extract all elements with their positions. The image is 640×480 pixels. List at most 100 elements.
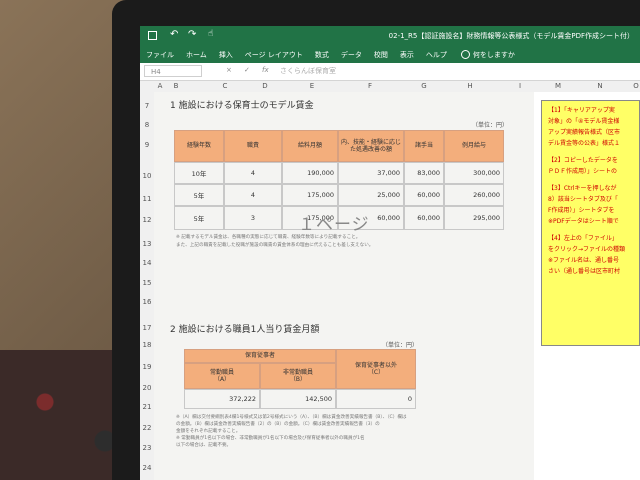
row-header[interactable]: 14 bbox=[140, 259, 154, 267]
instruction-line: をクリック→ファイルの種類 bbox=[548, 246, 626, 253]
column-header[interactable]: O bbox=[633, 82, 639, 90]
row-header[interactable]: 23 bbox=[140, 444, 154, 452]
row-header[interactable]: 21 bbox=[140, 403, 154, 411]
instruction-line: 【4】左上の「ファイル」 bbox=[548, 235, 618, 242]
row-header[interactable]: 13 bbox=[140, 240, 154, 248]
section2-note: ※ 常勤職員が1名以下の場合、非常勤職員が1名以下の場合及び保育従事者以外の職員… bbox=[176, 436, 365, 441]
section1-note: また、上記の職責を記載した役職が施設の職責の賃金体系の理由に代えることも差し支え… bbox=[176, 243, 374, 248]
table-cell[interactable]: 0 bbox=[336, 389, 416, 409]
table-cell[interactable]: 4 bbox=[224, 162, 282, 184]
table-cell[interactable]: 3 bbox=[224, 206, 282, 230]
instruction-line: ※ファイル名は、通し番号 bbox=[548, 257, 620, 264]
row-headers: 7 8 9 10 11 12 13 14 15 16 17 18 19 20 2… bbox=[140, 92, 155, 480]
column-header[interactable]: C bbox=[223, 82, 228, 90]
formula-input[interactable]: さくらんぼ保育室 bbox=[280, 66, 336, 76]
header-allowances: 諸手当 bbox=[404, 130, 444, 162]
row-header[interactable]: 19 bbox=[140, 363, 154, 371]
table-cell[interactable]: 142,500 bbox=[260, 389, 336, 409]
tab-insert[interactable]: 挿入 bbox=[219, 50, 233, 60]
tab-help[interactable]: ヘルプ bbox=[426, 50, 447, 60]
tab-view[interactable]: 表示 bbox=[400, 50, 414, 60]
insert-function-icon[interactable]: fx bbox=[262, 66, 269, 74]
instruction-line: アップ実績報告様式（区市 bbox=[548, 129, 621, 136]
table-cell[interactable]: 372,222 bbox=[184, 389, 260, 409]
instruction-line: 対象」の「④モデル賃金様 bbox=[548, 118, 620, 125]
instruction-line: 【1】「キャリアアップ実 bbox=[548, 107, 615, 114]
row-header[interactable]: 15 bbox=[140, 279, 154, 287]
table-cell[interactable]: 295,000 bbox=[444, 206, 504, 230]
instruction-line: さい（通し番号は区市町村 bbox=[548, 268, 621, 275]
instruction-line: F作成用）」シートタブを bbox=[548, 207, 615, 214]
undo-icon[interactable]: ↶ bbox=[170, 29, 178, 40]
column-header[interactable]: N bbox=[597, 82, 602, 90]
instruction-line: 【3】Ctrlキーを押しなが bbox=[548, 185, 617, 192]
column-header[interactable]: I bbox=[519, 82, 521, 90]
table-cell[interactable]: 10年 bbox=[174, 162, 224, 184]
tab-home[interactable]: ホーム bbox=[186, 50, 207, 60]
column-header[interactable]: G bbox=[421, 82, 426, 90]
title-bar: ↶ ↷ ☝ 02-1_R5【認証施設名】財務情報等公表様式（モデル賃金PDF作成… bbox=[140, 26, 640, 46]
table-cell[interactable]: 60,000 bbox=[404, 206, 444, 230]
section2-unit: （単位：円） bbox=[382, 342, 419, 349]
header-non-childcare: 保育従事者以外 （C） bbox=[336, 349, 416, 389]
row-header[interactable]: 12 bbox=[140, 216, 154, 224]
column-header[interactable]: B bbox=[174, 82, 179, 90]
tab-file[interactable]: ファイル bbox=[146, 50, 174, 60]
save-icon[interactable] bbox=[148, 31, 157, 40]
header-monthly-pay: 例月給与 bbox=[444, 130, 504, 162]
table-cell[interactable]: 37,000 bbox=[338, 162, 404, 184]
section1-title: 1 施設における保育士のモデル賃金 bbox=[170, 101, 314, 111]
enter-icon[interactable]: ✓ bbox=[244, 66, 250, 74]
section2-note: 以下の場合は、記載不要。 bbox=[176, 443, 232, 448]
column-header[interactable]: H bbox=[467, 82, 472, 90]
column-header[interactable]: E bbox=[310, 82, 314, 90]
table-cell[interactable]: 5年 bbox=[174, 206, 224, 230]
row-header[interactable]: 7 bbox=[140, 102, 154, 110]
table-cell[interactable]: 260,000 bbox=[444, 184, 504, 206]
tab-review[interactable]: 校閲 bbox=[374, 50, 388, 60]
column-header[interactable]: A bbox=[158, 82, 163, 90]
row-header[interactable]: 17 bbox=[140, 324, 154, 332]
touch-mode-icon[interactable]: ☝ bbox=[208, 29, 213, 39]
table-cell[interactable]: 4 bbox=[224, 184, 282, 206]
table-cell[interactable]: 83,000 bbox=[404, 162, 444, 184]
ribbon-tabs: ファイル ホーム 挿入 ページ レイアウト 数式 データ 校閲 表示 ヘルプ 何… bbox=[140, 46, 640, 63]
tab-page-layout[interactable]: ページ レイアウト bbox=[245, 50, 303, 60]
header-skill-improvement: 内、技能・経験に応じた処遇改善の額 bbox=[338, 130, 404, 162]
row-header[interactable]: 20 bbox=[140, 384, 154, 392]
section2-note: の金額。（B）欄は賃金改善実績報告書（2）の（B）の金額。（C）欄は賃金改善実績… bbox=[176, 422, 380, 427]
cancel-icon[interactable]: × bbox=[226, 66, 232, 74]
header-parttime: 非常勤職員 （B） bbox=[260, 363, 336, 389]
section2-title: 2 施設における職員1人当り賃金月額 bbox=[170, 325, 320, 335]
header-position: 職責 bbox=[224, 130, 282, 162]
column-header[interactable]: F bbox=[368, 82, 372, 90]
tell-me-search[interactable]: 何をしますか bbox=[460, 50, 515, 60]
column-header[interactable]: D bbox=[262, 82, 267, 90]
table-cell[interactable]: 175,000 bbox=[282, 184, 338, 206]
row-header[interactable]: 24 bbox=[140, 464, 154, 472]
row-header[interactable]: 9 bbox=[140, 141, 154, 149]
row-header[interactable]: 16 bbox=[140, 298, 154, 306]
row-header[interactable]: 10 bbox=[140, 172, 154, 180]
tab-data[interactable]: データ bbox=[341, 50, 362, 60]
header-monthly-salary: 給料月額 bbox=[282, 130, 338, 162]
table-cell[interactable]: 60,000 bbox=[404, 184, 444, 206]
name-box[interactable]: H4 bbox=[144, 65, 202, 77]
table-cell[interactable]: 5年 bbox=[174, 184, 224, 206]
section2-note: ※（A）欄は交付要綱別表4欄1号様式又は第2号様式にいう（A）、（B）欄は賃金改… bbox=[176, 415, 407, 420]
instruction-line: ※PDFデータはシート順で bbox=[548, 218, 619, 225]
table-cell[interactable]: 25,000 bbox=[338, 184, 404, 206]
row-header[interactable]: 8 bbox=[140, 121, 154, 129]
table-cell[interactable]: 300,000 bbox=[444, 162, 504, 184]
worksheet-grid[interactable]: 1 施設における保育士のモデル賃金 （単位：円） 経験年数 職責 給料月額 内、… bbox=[154, 92, 534, 480]
column-header[interactable]: M bbox=[555, 82, 561, 90]
page-watermark: １ページ bbox=[298, 215, 370, 235]
tab-formulas[interactable]: 数式 bbox=[315, 50, 329, 60]
row-header[interactable]: 22 bbox=[140, 424, 154, 432]
table-cell[interactable]: 190,000 bbox=[282, 162, 338, 184]
header-childcare-staff: 保育従事者 bbox=[184, 349, 336, 363]
row-header[interactable]: 11 bbox=[140, 195, 154, 203]
redo-icon[interactable]: ↷ bbox=[188, 29, 196, 40]
section2-note: 金額をそれぞれ記載すること。 bbox=[176, 429, 241, 434]
row-header[interactable]: 18 bbox=[140, 341, 154, 349]
